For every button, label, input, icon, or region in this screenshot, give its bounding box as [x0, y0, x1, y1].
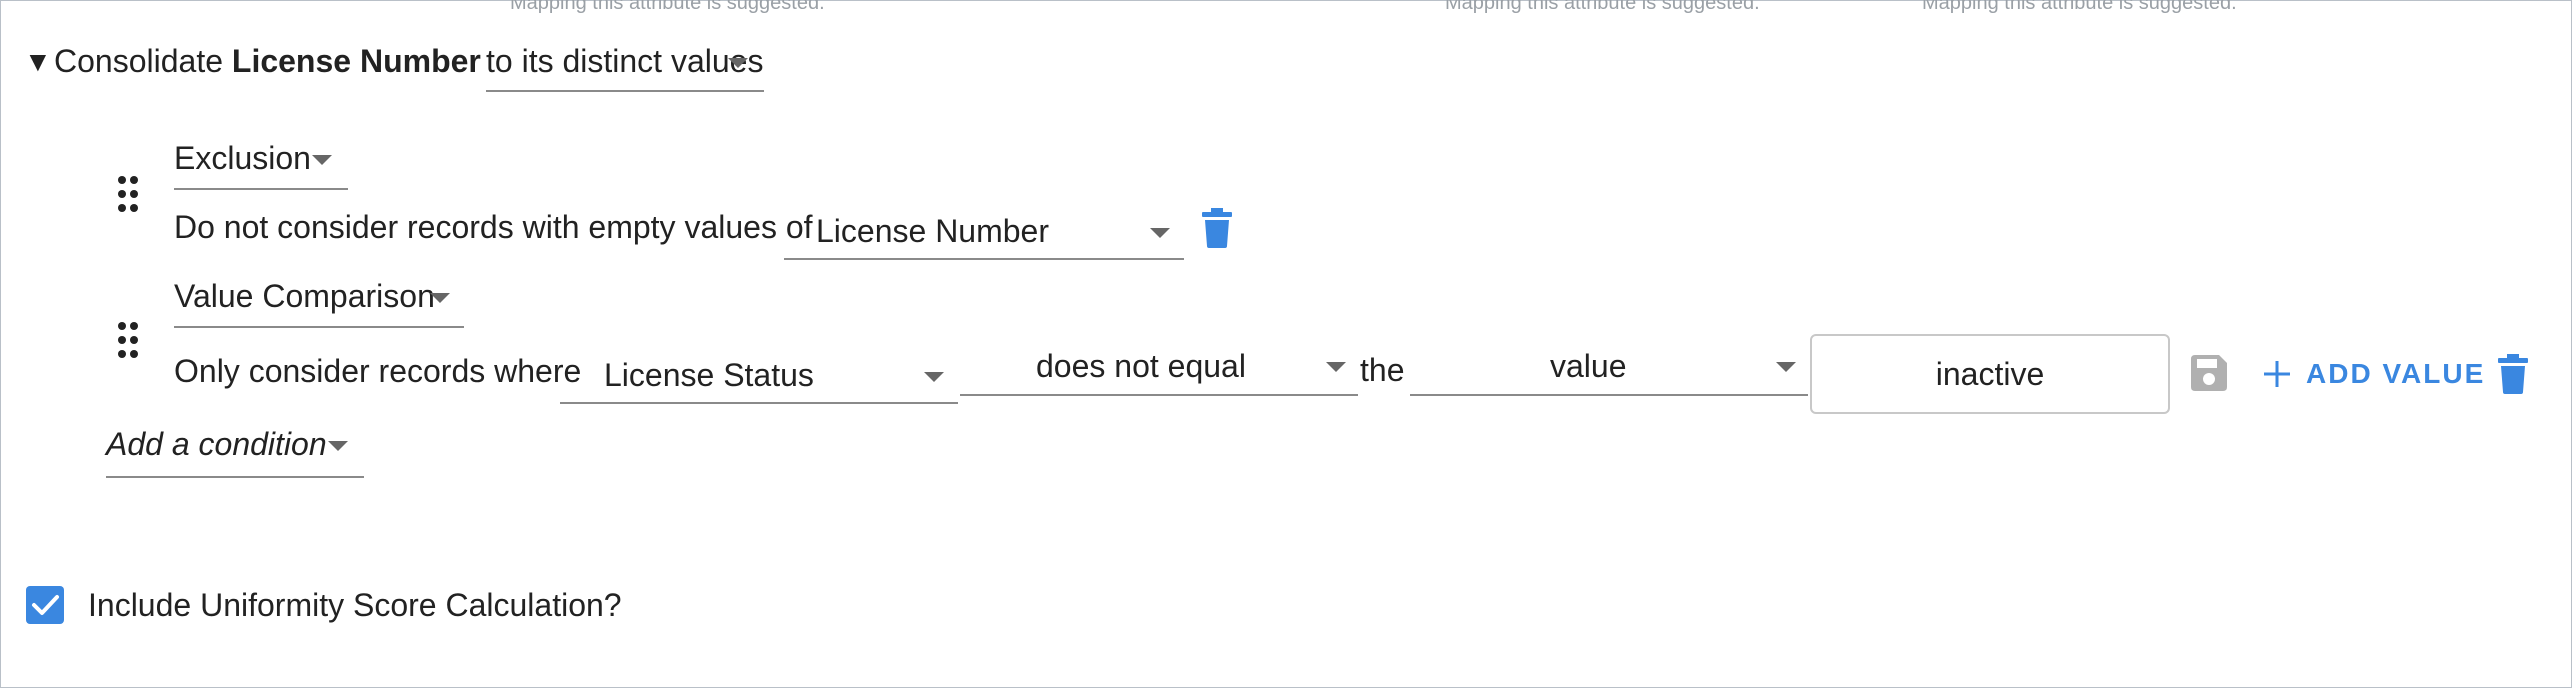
section-title: Consolidate License Number	[54, 41, 481, 81]
target-type-value: value	[1550, 348, 1627, 384]
uniformity-checkbox[interactable]	[26, 586, 64, 624]
chevron-down-icon	[924, 372, 944, 382]
chevron-down-icon	[430, 293, 450, 303]
consolidation-mode-dropdown[interactable]: to its distinct values	[486, 36, 764, 92]
field-value: License Status	[604, 357, 814, 393]
attribute-name: License Number	[231, 43, 481, 79]
dropdown-underline	[486, 90, 764, 92]
target-type-dropdown[interactable]: value	[1410, 342, 1808, 396]
plus-icon	[2264, 361, 2290, 387]
suggestion-hint: Mapping this attribute is suggested.	[510, 0, 825, 14]
dropdown-underline	[174, 188, 348, 190]
condition-type-value: Exclusion	[174, 140, 311, 176]
dropdown-underline	[174, 326, 464, 328]
connector-text: the	[1360, 352, 1405, 388]
drag-handle-icon[interactable]	[118, 176, 140, 214]
uniformity-label: Include Uniformity Score Calculation?	[88, 587, 622, 623]
field-value: License Number	[816, 213, 1049, 249]
condition-type-value: Value Comparison	[174, 278, 435, 314]
collapse-triangle-icon[interactable]: ▼	[24, 46, 52, 77]
dropdown-underline	[106, 476, 364, 478]
chevron-down-icon	[312, 155, 332, 165]
delete-trash-icon[interactable]	[2498, 354, 2528, 394]
add-value-label: ADD VALUE	[2306, 358, 2486, 389]
chevron-down-icon	[328, 441, 348, 451]
field-dropdown[interactable]: License Number	[784, 206, 1184, 260]
dropdown-underline	[960, 394, 1358, 396]
chevron-down-icon	[728, 58, 748, 68]
drag-handle-icon[interactable]	[118, 322, 140, 360]
add-condition-label: Add a condition	[106, 426, 327, 462]
chevron-down-icon	[1326, 362, 1346, 372]
operator-value: does not equal	[1036, 348, 1246, 384]
consolidation-mode-value: to its distinct values	[486, 43, 764, 79]
condition-type-dropdown[interactable]: Exclusion	[174, 136, 348, 190]
condition-description: Only consider records where	[174, 353, 582, 389]
save-icon[interactable]	[2191, 355, 2227, 391]
add-value-button[interactable]: ADD VALUE	[2264, 354, 2485, 394]
delete-trash-icon[interactable]	[1202, 208, 1232, 248]
suggestion-hint: Mapping this attribute is suggested.	[1445, 0, 1760, 14]
condition-description: Do not consider records with empty value…	[174, 209, 813, 245]
checkmark-icon	[32, 595, 59, 615]
dropdown-underline	[560, 402, 958, 404]
operator-dropdown[interactable]: does not equal	[960, 342, 1358, 396]
section-toggle[interactable]: ▼	[24, 40, 52, 82]
dropdown-underline	[784, 258, 1184, 260]
value-input-text: inactive	[1935, 355, 2045, 392]
condition-type-dropdown[interactable]: Value Comparison	[174, 274, 464, 328]
section-prefix: Consolidate	[54, 43, 223, 79]
suggestion-hint: Mapping this attribute is suggested.	[1922, 0, 2237, 14]
chevron-down-icon	[1150, 228, 1170, 238]
dropdown-underline	[1410, 394, 1808, 396]
field-dropdown[interactable]: License Status	[560, 350, 958, 404]
chevron-down-icon	[1776, 362, 1796, 372]
value-input[interactable]: inactive	[1810, 334, 2170, 414]
add-condition-dropdown[interactable]: Add a condition	[106, 424, 364, 478]
